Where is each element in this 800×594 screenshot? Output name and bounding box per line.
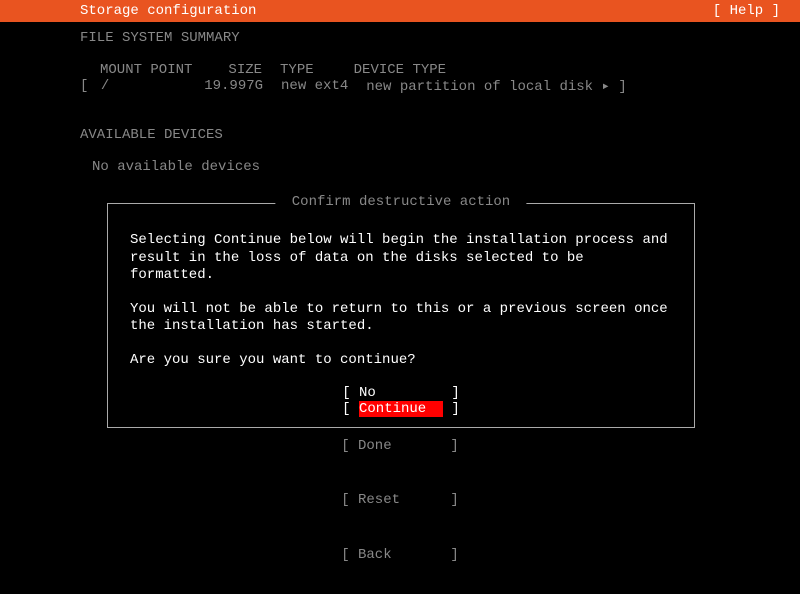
dialog-title: Confirm destructive action	[275, 194, 526, 210]
dialog-paragraph-1: Selecting Continue below will begin the …	[130, 232, 672, 285]
confirm-dialog: Confirm destructive action Selecting Con…	[107, 203, 695, 428]
dialog-paragraph-3: Are you sure you want to continue?	[130, 352, 672, 370]
page-title: Storage configuration	[80, 3, 256, 19]
titlebar: Storage configuration [ Help ]	[0, 0, 800, 22]
col-type: TYPE	[280, 62, 314, 78]
available-devices-header: AVAILABLE DEVICES	[0, 127, 800, 143]
col-size: SIZE	[228, 62, 262, 78]
dialog-content: Selecting Continue below will begin the …	[108, 204, 694, 429]
bottom-buttons: [ Done ] [ Reset ] [ Back ]	[0, 400, 800, 582]
dialog-paragraph-2: You will not be able to return to this o…	[130, 301, 672, 336]
cell-size: 19.997G	[204, 78, 263, 95]
reset-button[interactable]: [ Reset ]	[0, 491, 800, 509]
table-header-row: MOUNT POINT SIZE TYPE DEVICE TYPE	[80, 62, 800, 78]
no-button[interactable]: [ No ]	[130, 385, 672, 401]
col-device-type: DEVICE TYPE	[354, 62, 446, 78]
file-system-summary-header: FILE SYSTEM SUMMARY	[0, 30, 800, 46]
row-open-bracket: [	[80, 78, 97, 95]
cell-device-type: new partition of local disk ▸ ]	[366, 78, 626, 95]
done-button[interactable]: [ Done ]	[0, 437, 800, 455]
cell-type: new ext4	[281, 78, 348, 95]
no-available-devices-text: No available devices	[0, 159, 800, 175]
cell-mount-point: /	[101, 78, 109, 95]
table-row[interactable]: [ / 19.997G new ext4 new partition of local…	[80, 78, 800, 95]
help-button[interactable]: [ Help ]	[713, 3, 780, 19]
back-button[interactable]: [ Back ]	[0, 546, 800, 564]
main-content: FILE SYSTEM SUMMARY MOUNT POINT SIZE TYPE D…	[0, 22, 800, 175]
file-system-table: MOUNT POINT SIZE TYPE DEVICE TYPE [ / 19.997…	[0, 62, 800, 95]
col-mount-point: MOUNT POINT	[100, 62, 192, 78]
